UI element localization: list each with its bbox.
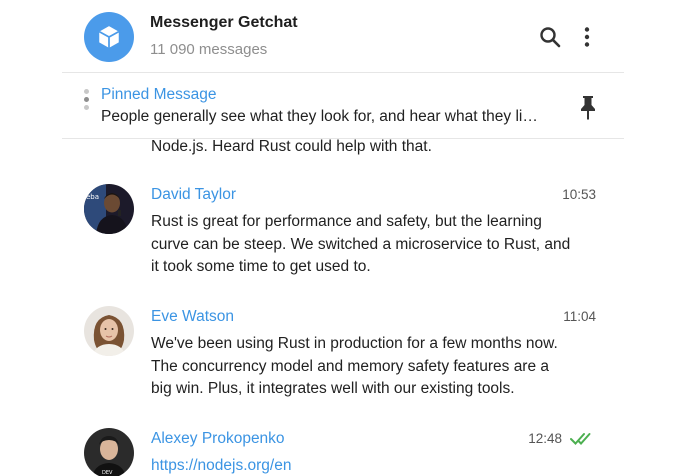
svg-text:DEV: DEV (102, 470, 113, 476)
cube-icon (98, 26, 120, 48)
chat-avatar[interactable] (84, 12, 134, 62)
svg-text:eba: eba (86, 193, 99, 201)
search-icon (540, 27, 561, 48)
author-name[interactable]: David Taylor (151, 186, 236, 204)
search-button[interactable] (537, 24, 563, 50)
message-time: 12:48 (528, 431, 562, 446)
unpin-button[interactable] (577, 93, 599, 121)
message-link[interactable]: https://nodejs.org/en (151, 455, 601, 476)
pinned-indicator (84, 89, 90, 125)
author-name[interactable]: Alexey Prokopenko (151, 430, 285, 448)
message-feed[interactable]: Node.js. Heard Rust could help with that… (62, 139, 624, 476)
avatar[interactable]: DEV (84, 428, 134, 476)
pinned-title: Pinned Message (101, 86, 217, 103)
avatar[interactable]: eba (84, 184, 134, 234)
chat-panel: Messenger Getchat 11 090 messages Pinned… (62, 0, 624, 476)
avatar[interactable] (84, 306, 134, 356)
message-count: 11 090 messages (150, 41, 268, 58)
chat-title[interactable]: Messenger Getchat (150, 14, 298, 32)
pinned-text: People generally see what they look for,… (101, 108, 538, 125)
pin-icon (581, 96, 595, 120)
message-time: 10:53 (562, 187, 596, 202)
message-time: 11:04 (563, 309, 596, 324)
message-text: Rust is great for performance and safety… (151, 213, 571, 275)
chat-header: Messenger Getchat 11 090 messages (62, 0, 624, 73)
pinned-message-bar[interactable]: Pinned Message People generally see what… (62, 73, 624, 139)
message-text: We've been using Rust in production for … (151, 335, 558, 397)
more-vertical-icon (584, 27, 590, 47)
message-text: Node.js. Heard Rust could help with that… (151, 139, 432, 155)
author-name[interactable]: Eve Watson (151, 308, 234, 326)
more-menu-button[interactable] (574, 24, 600, 50)
read-double-check-icon (570, 433, 591, 445)
